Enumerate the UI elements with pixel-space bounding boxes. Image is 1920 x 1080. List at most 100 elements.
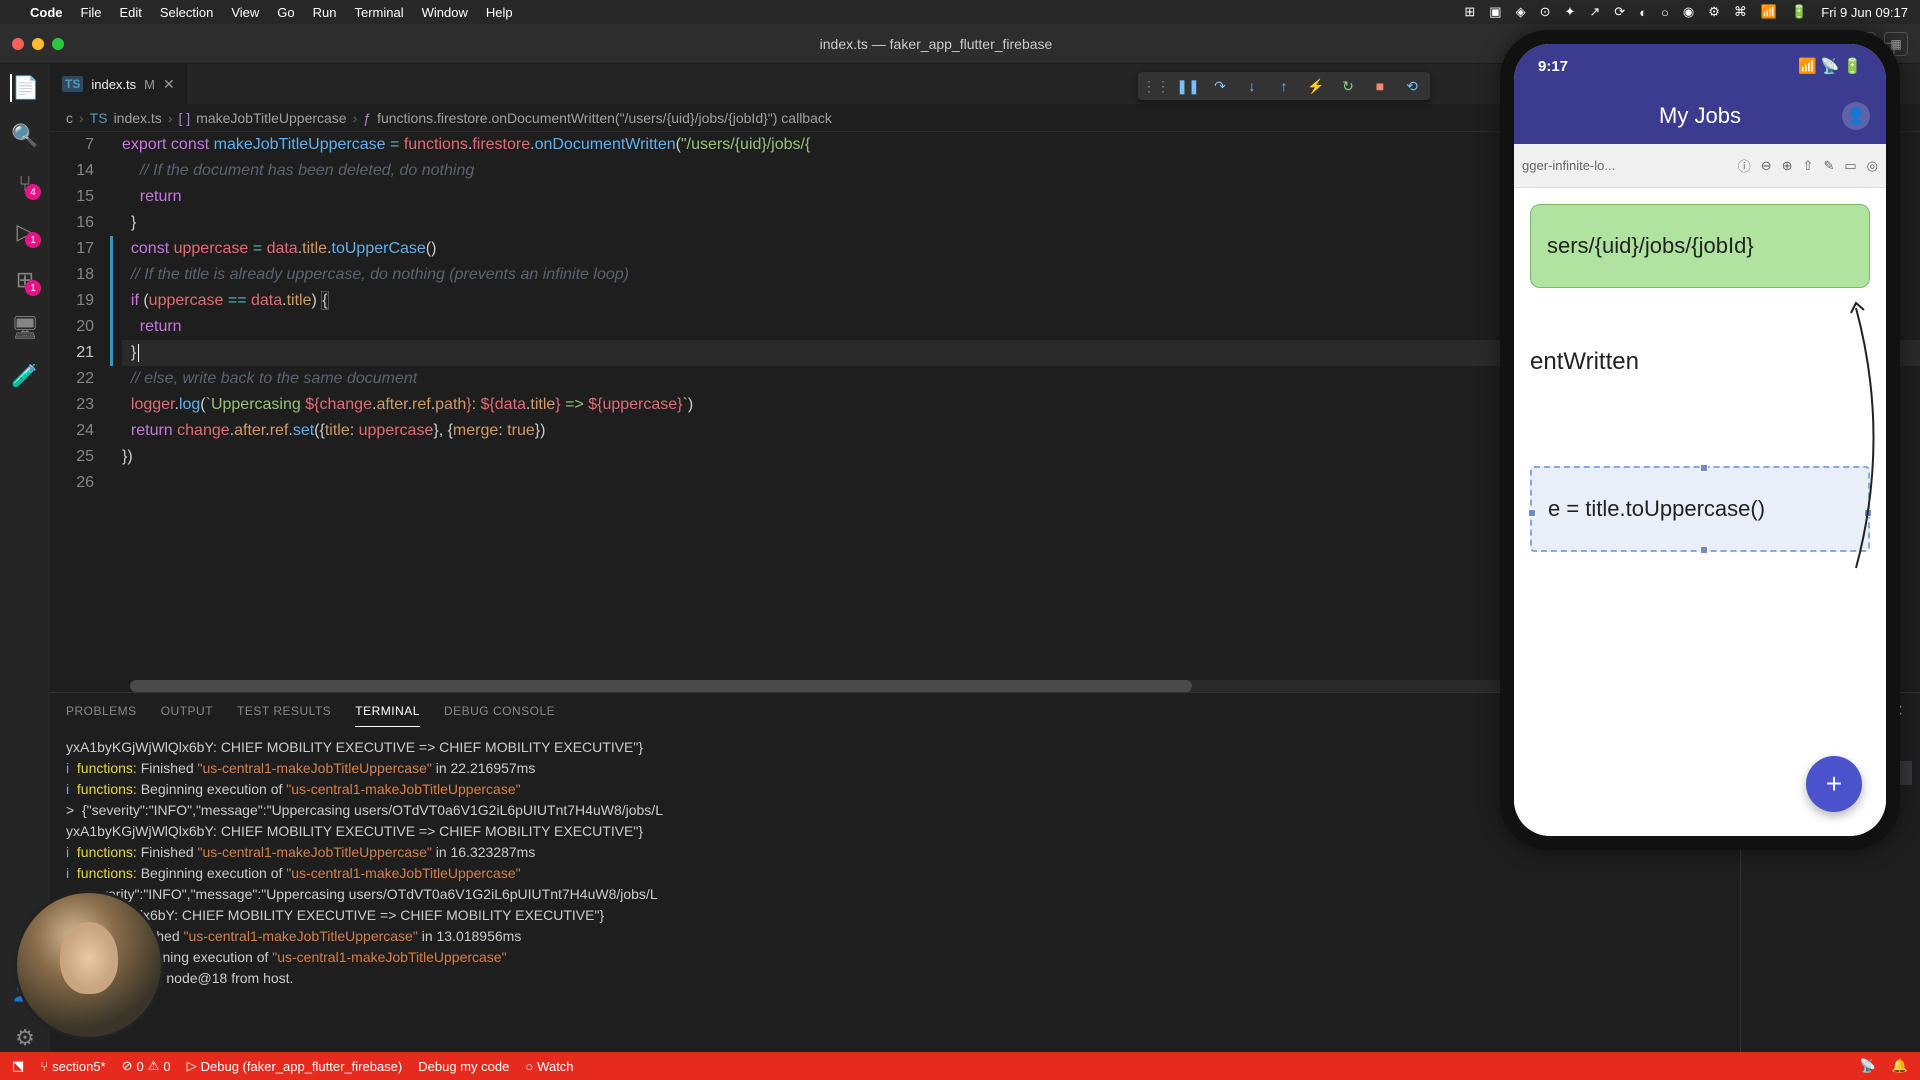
- ios-status-bar: 9:17 📶📡🔋: [1514, 44, 1886, 88]
- text-cursor: [138, 344, 139, 362]
- settings-gear-icon[interactable]: ⚙: [11, 1024, 39, 1052]
- tray-icon[interactable]: ↗: [1589, 4, 1600, 20]
- info-icon[interactable]: ⓘ: [1738, 156, 1751, 175]
- tab-modified-indicator: M: [144, 77, 155, 92]
- tab-terminal[interactable]: TERMINAL: [355, 696, 420, 727]
- menu-edit[interactable]: Edit: [119, 5, 141, 20]
- feedback-icon[interactable]: 📡: [1860, 1058, 1876, 1074]
- app-content[interactable]: sers/{uid}/jobs/{jobId} entWritten e = t…: [1514, 188, 1886, 836]
- menu-help[interactable]: Help: [486, 5, 513, 20]
- tray-icon[interactable]: ◈: [1516, 4, 1526, 20]
- tab-output[interactable]: OUTPUT: [161, 696, 213, 726]
- tab-filename: index.ts: [91, 77, 136, 92]
- restart-button[interactable]: ↻: [1338, 76, 1358, 96]
- step-out-button[interactable]: ↑: [1274, 76, 1294, 96]
- clock[interactable]: Fri 9 Jun 09:17: [1821, 5, 1908, 20]
- extensions-icon[interactable]: ⊞1: [11, 266, 39, 294]
- notifications-icon[interactable]: 🔔: [1892, 1058, 1908, 1074]
- battery-icon[interactable]: 🔋: [1791, 4, 1807, 20]
- battery-icon: 🔋: [1843, 57, 1862, 75]
- tab-test-results[interactable]: TEST RESULTS: [237, 696, 331, 726]
- search-icon[interactable]: 🔍: [11, 122, 39, 150]
- step-into-button[interactable]: ↓: [1242, 76, 1262, 96]
- zoom-out-icon[interactable]: ⊖: [1761, 158, 1772, 174]
- profile-icon[interactable]: 👤: [1842, 102, 1870, 130]
- watch-toggle[interactable]: ○ Watch: [525, 1059, 573, 1074]
- tray-icon[interactable]: ⚙: [1708, 4, 1720, 20]
- breadcrumb-callback[interactable]: functions.firestore.onDocumentWritten("/…: [377, 110, 832, 126]
- step-over-button[interactable]: ↷: [1210, 76, 1230, 96]
- zoom-in-icon[interactable]: ⊕: [1782, 158, 1793, 174]
- edit-icon[interactable]: ✎: [1823, 158, 1834, 174]
- maximize-window-button[interactable]: [52, 38, 64, 50]
- simulator-screen[interactable]: 9:17 📶📡🔋 My Jobs 👤 gger-infinite-lo... ⓘ…: [1514, 44, 1886, 836]
- run-debug-icon[interactable]: ▷1: [11, 218, 39, 246]
- minimize-window-button[interactable]: [32, 38, 44, 50]
- source-control-icon[interactable]: ⑂4: [11, 170, 39, 198]
- continue-button[interactable]: ⚡: [1306, 76, 1326, 96]
- menu-terminal[interactable]: Terminal: [355, 5, 404, 20]
- pause-button[interactable]: ❚❚: [1178, 76, 1198, 96]
- activity-bar: 📄 🔍 ⑂4 ▷1 ⊞1 🖥 🧪 👤 ⚙: [0, 64, 50, 1052]
- tray-icon[interactable]: ⌘: [1734, 4, 1747, 20]
- drag-handle-icon[interactable]: ⋮⋮: [1146, 76, 1166, 96]
- menu-view[interactable]: View: [231, 5, 259, 20]
- symbol-icon: [ ]: [178, 110, 190, 126]
- signal-icon: 📶: [1798, 57, 1817, 75]
- diagram-box-path: sers/{uid}/jobs/{jobId}: [1530, 204, 1870, 288]
- stop-button[interactable]: ■: [1370, 76, 1390, 96]
- tab-close-icon[interactable]: ✕: [163, 76, 175, 93]
- explorer-icon[interactable]: 📄: [10, 74, 38, 102]
- terminal-output[interactable]: yxA1byKGjWjWlQlx6bY: CHIEF MOBILITY EXEC…: [50, 729, 1740, 1052]
- scrollbar-thumb[interactable]: [130, 680, 1192, 692]
- fab-add-button[interactable]: +: [1806, 756, 1862, 812]
- bookmark-icon[interactable]: ▭: [1844, 158, 1856, 174]
- ios-time: 9:17: [1538, 58, 1568, 75]
- testing-icon[interactable]: 🧪: [11, 362, 39, 390]
- wifi-icon[interactable]: 📶: [1761, 4, 1777, 20]
- breadcrumb-folder[interactable]: c: [66, 110, 73, 126]
- wifi-icon: 📡: [1821, 57, 1840, 75]
- callback-icon: ƒ: [363, 110, 371, 126]
- line-number-gutter: 7 14 15 16 17 18 19 20 21 22 23 24 25 26: [50, 132, 110, 676]
- app-title: My Jobs: [1659, 103, 1741, 129]
- debug-badge: 1: [25, 232, 41, 248]
- remote-indicator[interactable]: ⬔: [12, 1058, 24, 1074]
- menubar-right: ⊞ ▣ ◈ ⊙ ✦ ↗ ⟳ ◐ ○ ◉ ⚙ ⌘ 📶 🔋 Fri 9 Jun 09…: [1464, 4, 1908, 20]
- ext-badge: 1: [25, 280, 41, 296]
- tray-icon[interactable]: ◐: [1639, 5, 1647, 20]
- menu-go[interactable]: Go: [277, 5, 294, 20]
- tray-icon[interactable]: ⊞: [1464, 4, 1475, 20]
- menu-file[interactable]: File: [81, 5, 102, 20]
- tab-debug-console[interactable]: DEBUG CONSOLE: [444, 696, 555, 726]
- status-bar: ⬔ ⑂ section5* ⊘ 0 ⚠ 0 ▷ Debug (faker_app…: [0, 1052, 1920, 1080]
- debug-my-code[interactable]: Debug my code: [418, 1059, 509, 1074]
- tab-problems[interactable]: PROBLEMS: [66, 696, 137, 726]
- more-icon[interactable]: ◎: [1867, 158, 1878, 174]
- typescript-icon: TS: [90, 110, 108, 126]
- tray-icon[interactable]: ○: [1661, 5, 1669, 20]
- error-count[interactable]: ⊘ 0 ⚠ 0: [122, 1058, 171, 1074]
- share-icon[interactable]: ⇧: [1803, 158, 1814, 174]
- tray-icon[interactable]: ⟳: [1614, 4, 1625, 20]
- debug-target[interactable]: ▷ Debug (faker_app_flutter_firebase): [187, 1058, 403, 1074]
- menu-window[interactable]: Window: [422, 5, 468, 20]
- tray-icon[interactable]: ▣: [1489, 4, 1501, 20]
- hot-reload-button[interactable]: ⟲: [1402, 76, 1422, 96]
- menu-run[interactable]: Run: [313, 5, 337, 20]
- tray-icon[interactable]: ◉: [1683, 4, 1694, 20]
- menu-selection[interactable]: Selection: [160, 5, 213, 20]
- typescript-icon: TS: [62, 76, 83, 92]
- app-name[interactable]: Code: [30, 5, 63, 20]
- breadcrumb-symbol[interactable]: makeJobTitleUppercase: [196, 110, 346, 126]
- chevron-right-icon: ›: [353, 110, 358, 126]
- close-window-button[interactable]: [12, 38, 24, 50]
- remote-explorer-icon[interactable]: 🖥: [11, 314, 39, 342]
- debug-toolbar[interactable]: ⋮⋮ ❚❚ ↷ ↓ ↑ ⚡ ↻ ■ ⟲: [1138, 72, 1430, 100]
- tray-icon[interactable]: ⊙: [1540, 4, 1551, 20]
- breadcrumb-file[interactable]: index.ts: [114, 110, 162, 126]
- tray-icon[interactable]: ✦: [1564, 4, 1575, 20]
- git-branch[interactable]: ⑂ section5*: [40, 1059, 105, 1074]
- macos-menubar: Code File Edit Selection View Go Run Ter…: [0, 0, 1920, 24]
- tab-index-ts[interactable]: TS index.ts M ✕: [50, 64, 188, 104]
